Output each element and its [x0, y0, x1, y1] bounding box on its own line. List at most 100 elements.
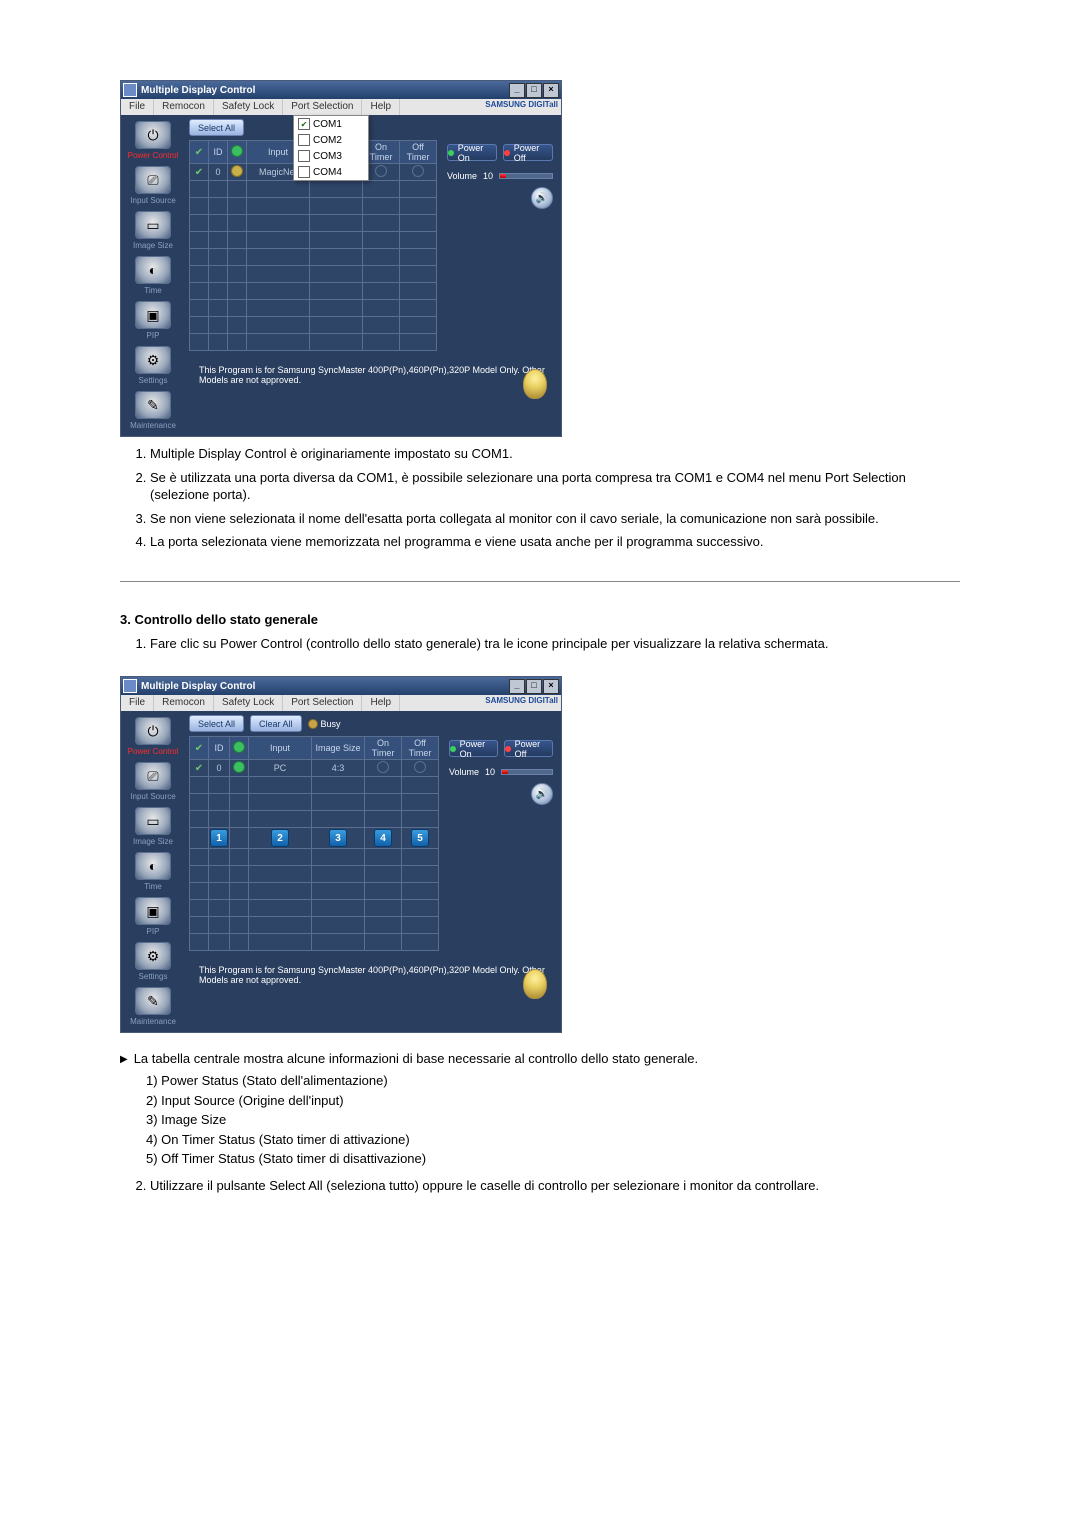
sidebar-item-pip[interactable]: ▣PIP: [126, 897, 180, 936]
table-intro: ▶ La tabella centrale mostra alcune info…: [120, 1051, 960, 1069]
app-window-2: Multiple Display Control _ □ × File Remo…: [120, 676, 562, 1033]
separator: [120, 581, 960, 582]
power-off-button[interactable]: Power Off: [503, 144, 553, 161]
brand-label: SAMSUNG DIGITall: [485, 100, 558, 109]
maximize-button[interactable]: □: [526, 83, 542, 98]
col-off-timer: Off Timer: [402, 737, 439, 760]
menu-safety-lock[interactable]: Safety Lock: [214, 99, 283, 115]
sidebar-item-input-source[interactable]: ⎚Input Source: [126, 762, 180, 801]
sidebar-item-time[interactable]: ◐Time: [126, 256, 180, 295]
list-item: Fare clic su Power Control (controllo de…: [150, 635, 960, 653]
settings-icon: ⚙: [135, 346, 171, 374]
menu-port-selection[interactable]: Port Selection: [283, 695, 362, 711]
time-icon: ◐: [135, 852, 171, 880]
volume-label: Volume: [447, 171, 477, 181]
sidebar: ⏻Power Control ⎚Input Source ▭Image Size…: [121, 711, 185, 1032]
volume-value: 10: [483, 171, 493, 181]
minimize-button[interactable]: _: [509, 83, 525, 98]
power-icon: ⏻: [135, 717, 171, 745]
list-item: 3) Image Size: [146, 1110, 960, 1130]
titlebar: Multiple Display Control _ □ ×: [121, 81, 561, 99]
select-all-button[interactable]: Select All: [189, 715, 244, 732]
app-window-1: Multiple Display Control _ □ × File Remo…: [120, 80, 562, 437]
app-icon: [123, 83, 137, 97]
port-com3[interactable]: COM3: [294, 148, 368, 164]
col-status: [230, 737, 249, 760]
menu-remocon[interactable]: Remocon: [154, 695, 214, 711]
busy-indicator: Busy: [308, 719, 341, 729]
col-check[interactable]: ✔: [190, 141, 209, 164]
col-input: Input: [249, 737, 312, 760]
list-item: Multiple Display Control è originariamen…: [150, 445, 960, 463]
list-item: 4) On Timer Status (Stato timer di attiv…: [146, 1130, 960, 1150]
list-item: Se è utilizzata una porta diversa da COM…: [150, 469, 960, 504]
port-com2[interactable]: COM2: [294, 132, 368, 148]
col-id: ID: [209, 141, 228, 164]
close-button[interactable]: ×: [543, 83, 559, 98]
right-panel: Power On Power Off Volume 10 🔊: [443, 140, 557, 351]
sidebar-item-settings[interactable]: ⚙Settings: [126, 346, 180, 385]
port-selection-menu[interactable]: ✔COM1 COM2 COM3 COM4: [293, 115, 369, 181]
menu-remocon[interactable]: Remocon: [154, 99, 214, 115]
col-off-timer: Off Timer: [400, 141, 437, 164]
status-dot-icon: [231, 165, 243, 177]
list-item: Se non viene selezionata il nome dell'es…: [150, 510, 960, 528]
speaker-icon[interactable]: 🔊: [531, 187, 553, 209]
badge-5: 5: [411, 829, 429, 847]
menu-safety-lock[interactable]: Safety Lock: [214, 695, 283, 711]
footer-message: This Program is for Samsung SyncMaster 4…: [189, 357, 557, 403]
list-item: Utilizzare il pulsante Select All (selez…: [150, 1177, 960, 1195]
sidebar-item-power-control[interactable]: ⏻Power Control: [126, 717, 180, 756]
sidebar-item-input-source[interactable]: ⎚Input Source: [126, 166, 180, 205]
menu-help[interactable]: Help: [362, 695, 400, 711]
pip-icon: ▣: [135, 301, 171, 329]
time-icon: ◐: [135, 256, 171, 284]
port-com1[interactable]: ✔COM1: [294, 116, 368, 132]
menu-help[interactable]: Help: [362, 99, 400, 115]
power-on-dot-icon: [448, 150, 454, 156]
menu-file[interactable]: File: [121, 695, 154, 711]
menu-file[interactable]: File: [121, 99, 154, 115]
maximize-button[interactable]: □: [526, 679, 542, 694]
volume-value: 10: [485, 767, 495, 777]
power-on-dot-icon: [450, 746, 456, 752]
settings-icon: ⚙: [135, 942, 171, 970]
select-all-button[interactable]: Select All: [189, 119, 244, 136]
minimize-button[interactable]: _: [509, 679, 525, 694]
sidebar-item-image-size[interactable]: ▭Image Size: [126, 211, 180, 250]
instruction-list-3a: Fare clic su Power Control (controllo de…: [120, 635, 960, 653]
list-item: La porta selezionata viene memorizzata n…: [150, 533, 960, 551]
sidebar-item-maintenance[interactable]: ✎Maintenance: [126, 987, 180, 1026]
badge-4: 4: [374, 829, 392, 847]
sidebar-item-power-control[interactable]: ⏻Power Control: [126, 121, 180, 160]
close-button[interactable]: ×: [543, 679, 559, 694]
power-icon: ⏻: [135, 121, 171, 149]
volume-slider[interactable]: [501, 769, 553, 775]
power-off-dot-icon: [505, 746, 511, 752]
sidebar-item-maintenance[interactable]: ✎Maintenance: [126, 391, 180, 430]
sidebar-item-image-size[interactable]: ▭Image Size: [126, 807, 180, 846]
list-item: 2) Input Source (Origine dell'input): [146, 1091, 960, 1111]
power-on-button[interactable]: Power On: [449, 740, 498, 757]
col-check[interactable]: ✔: [190, 737, 209, 760]
instruction-list-1: Multiple Display Control è originariamen…: [120, 445, 960, 551]
col-status: [228, 141, 247, 164]
sidebar-item-pip[interactable]: ▣PIP: [126, 301, 180, 340]
app-icon: [123, 679, 137, 693]
clear-all-button[interactable]: Clear All: [250, 715, 302, 732]
volume-slider[interactable]: [499, 173, 553, 179]
power-on-button[interactable]: Power On: [447, 144, 497, 161]
volume-label: Volume: [449, 767, 479, 777]
right-panel: Power On Power Off Volume 10 🔊: [445, 736, 557, 951]
maintenance-icon: ✎: [135, 391, 171, 419]
section-heading: 3. Controllo dello stato generale: [120, 612, 960, 627]
port-com4[interactable]: COM4: [294, 164, 368, 180]
list-item: 1) Power Status (Stato dell'alimentazion…: [146, 1071, 960, 1091]
sidebar-item-settings[interactable]: ⚙Settings: [126, 942, 180, 981]
grid-row[interactable]: ✔ 0 PC 4:3: [190, 760, 439, 777]
power-off-button[interactable]: Power Off: [504, 740, 553, 757]
menu-port-selection[interactable]: Port Selection: [283, 99, 362, 115]
maintenance-icon: ✎: [135, 987, 171, 1015]
sidebar-item-time[interactable]: ◐Time: [126, 852, 180, 891]
speaker-icon[interactable]: 🔊: [531, 783, 553, 805]
